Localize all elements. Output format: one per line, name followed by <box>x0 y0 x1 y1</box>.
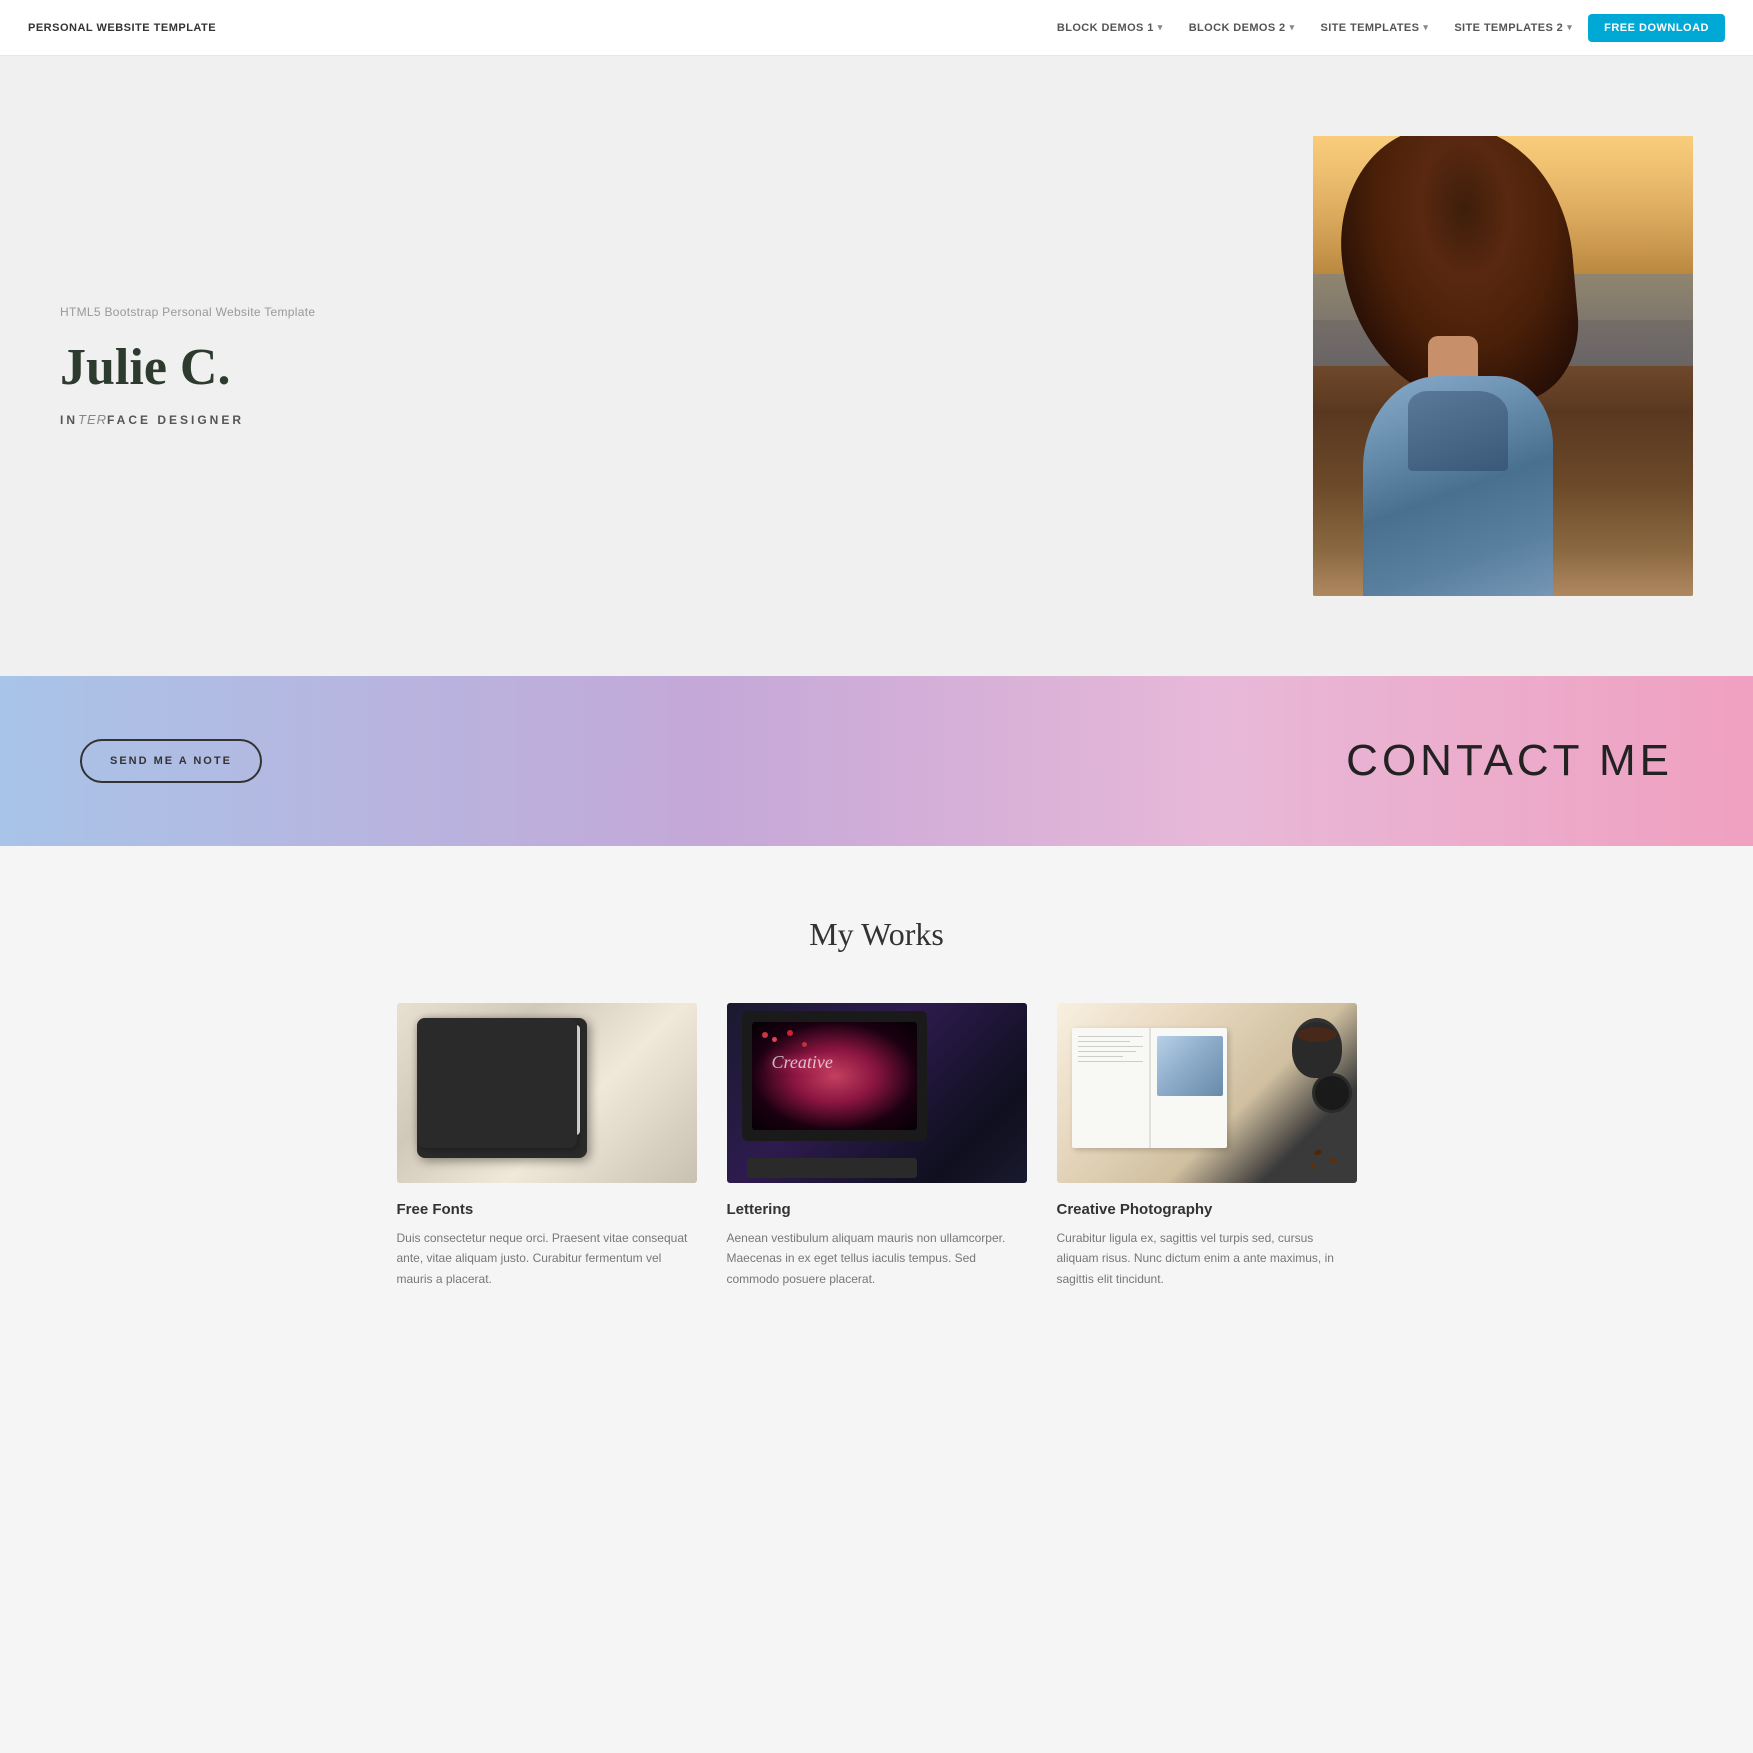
work-card-photography: Creative Photography Curabitur ligula ex… <box>1057 1003 1357 1289</box>
nav-link-site-templates[interactable]: SITE TEMPLATES ▾ <box>1310 16 1438 40</box>
hero-role: INTERFACE DESIGNER <box>60 412 500 427</box>
work-card-free-fonts: de·sign Free Fonts Duis consectetur nequ… <box>397 1003 697 1289</box>
chevron-down-icon: ▾ <box>1290 22 1295 33</box>
works-section: My Works de·sign Free <box>0 846 1753 1369</box>
chevron-down-icon: ▾ <box>1158 22 1163 33</box>
work-card-text-lettering: Aenean vestibulum aliquam mauris non ull… <box>727 1228 1027 1289</box>
navbar: PERSONAL WEBSITE TEMPLATE BLOCK DEMOS 1 … <box>0 0 1753 56</box>
chevron-down-icon: ▾ <box>1567 22 1572 33</box>
nav-link-site-templates-2[interactable]: SITE TEMPLATES 2 ▾ <box>1444 16 1582 40</box>
hero-image-container <box>1313 136 1693 596</box>
nav-link-block-demos-2[interactable]: BLOCK DEMOS 2 ▾ <box>1179 16 1305 40</box>
hero-role-italic: TER <box>78 412 107 427</box>
navbar-links: BLOCK DEMOS 1 ▾ BLOCK DEMOS 2 ▾ SITE TEM… <box>1047 14 1725 42</box>
works-grid: de·sign Free Fonts Duis consectetur nequ… <box>397 1003 1357 1289</box>
hero-section: HTML5 Bootstrap Personal Website Templat… <box>0 56 1753 676</box>
hero-subtitle: HTML5 Bootstrap Personal Website Templat… <box>60 305 500 319</box>
free-download-button[interactable]: FREE DOWNLOAD <box>1588 14 1725 42</box>
hero-content: HTML5 Bootstrap Personal Website Templat… <box>60 305 540 427</box>
nav-link-block-demos-1[interactable]: BLOCK DEMOS 1 ▾ <box>1047 16 1173 40</box>
contact-heading: CONTACT ME <box>1346 736 1673 786</box>
work-image-lettering: Creative <box>727 1003 1027 1183</box>
send-note-button[interactable]: SEND ME A NOTE <box>80 739 262 783</box>
chevron-down-icon: ▾ <box>1423 22 1428 33</box>
hero-name: Julie C. <box>60 339 500 396</box>
work-image-free-fonts: de·sign <box>397 1003 697 1183</box>
works-title: My Works <box>60 916 1693 953</box>
work-card-title-photography: Creative Photography <box>1057 1201 1357 1218</box>
contact-section: SEND ME A NOTE CONTACT ME <box>0 676 1753 846</box>
work-card-text-free-fonts: Duis consectetur neque orci. Praesent vi… <box>397 1228 697 1289</box>
navbar-brand: PERSONAL WEBSITE TEMPLATE <box>28 22 216 34</box>
work-image-photography <box>1057 1003 1357 1183</box>
hero-role-suffix: FACE DESIGNER <box>107 413 244 427</box>
hero-role-prefix: IN <box>60 413 78 427</box>
work-card-title-lettering: Lettering <box>727 1201 1027 1218</box>
work-card-lettering: Creative Lettering Aenean vestibulum ali… <box>727 1003 1027 1289</box>
hero-portrait <box>1313 136 1693 596</box>
work-card-title-free-fonts: Free Fonts <box>397 1201 697 1218</box>
work-card-text-photography: Curabitur ligula ex, sagittis vel turpis… <box>1057 1228 1357 1289</box>
